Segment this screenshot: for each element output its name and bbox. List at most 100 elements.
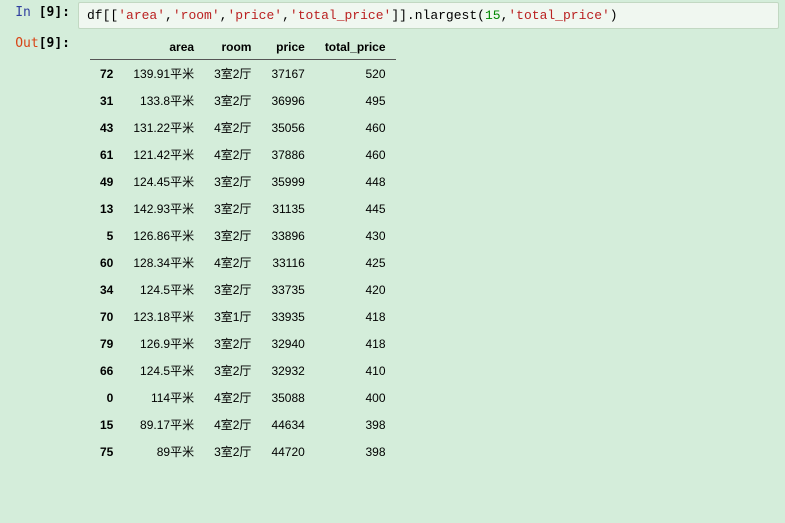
- code-token: 'total_price': [290, 8, 391, 23]
- row-index: 0: [90, 384, 123, 411]
- table-row: 43131.22平米4室2厅35056460: [90, 114, 396, 141]
- cell-price: 33735: [261, 276, 314, 303]
- row-index: 60: [90, 249, 123, 276]
- code-token: ,: [165, 8, 173, 23]
- col-total-price: total_price: [315, 35, 396, 60]
- cell-price: 33896: [261, 222, 314, 249]
- code-token: ,: [282, 8, 290, 23]
- table-row: 0114平米4室2厅35088400: [90, 384, 396, 411]
- cell-price: 32932: [261, 357, 314, 384]
- cell-total_price: 418: [315, 330, 396, 357]
- cell-room: 4室2厅: [204, 249, 261, 276]
- row-index: 5: [90, 222, 123, 249]
- cell-price: 35999: [261, 168, 314, 195]
- out-num: [9]:: [39, 36, 70, 51]
- cell-room: 4室2厅: [204, 141, 261, 168]
- cell-total_price: 398: [315, 411, 396, 438]
- cell-area: 89平米: [123, 438, 204, 465]
- cell-area: 114平米: [123, 384, 204, 411]
- cell-total_price: 460: [315, 114, 396, 141]
- cell-area: 89.17平米: [123, 411, 204, 438]
- cell-total_price: 495: [315, 87, 396, 114]
- row-index: 15: [90, 411, 123, 438]
- cell-total_price: 425: [315, 249, 396, 276]
- cell-area: 121.42平米: [123, 141, 204, 168]
- table-row: 1589.17平米4室2厅44634398: [90, 411, 396, 438]
- out-label: Out: [15, 36, 38, 51]
- table-row: 60128.34平米4室2厅33116425: [90, 249, 396, 276]
- cell-price: 44634: [261, 411, 314, 438]
- cell-room: 3室2厅: [204, 438, 261, 465]
- cell-price: 35056: [261, 114, 314, 141]
- row-index: 66: [90, 357, 123, 384]
- col-room: room: [204, 35, 261, 60]
- code-token: (: [477, 8, 485, 23]
- cell-area: 126.86平米: [123, 222, 204, 249]
- cell-total_price: 460: [315, 141, 396, 168]
- cell-total_price: 398: [315, 438, 396, 465]
- code-token: df: [87, 8, 103, 23]
- in-num: [9]:: [39, 5, 70, 20]
- cell-room: 3室1厅: [204, 303, 261, 330]
- code-token: 'room': [173, 8, 220, 23]
- cell-area: 124.45平米: [123, 168, 204, 195]
- cell-price: 32940: [261, 330, 314, 357]
- output-prompt: Out[9]:: [0, 31, 78, 56]
- table-row: 31133.8平米3室2厅36996495: [90, 87, 396, 114]
- output-cell: Out[9]: area room price total_price 7213…: [0, 31, 785, 473]
- cell-price: 44720: [261, 438, 314, 465]
- dataframe-table: area room price total_price 72139.91平米3室…: [90, 35, 396, 465]
- cell-room: 4室2厅: [204, 114, 261, 141]
- cell-room: 3室2厅: [204, 222, 261, 249]
- code-token: 'area': [118, 8, 165, 23]
- output-area: area room price total_price 72139.91平米3室…: [78, 31, 785, 473]
- cell-price: 31135: [261, 195, 314, 222]
- cell-total_price: 520: [315, 60, 396, 88]
- cell-area: 142.93平米: [123, 195, 204, 222]
- cell-price: 35088: [261, 384, 314, 411]
- cell-room: 3室2厅: [204, 330, 261, 357]
- cell-total_price: 430: [315, 222, 396, 249]
- col-area: area: [123, 35, 204, 60]
- cell-total_price: 410: [315, 357, 396, 384]
- cell-price: 37167: [261, 60, 314, 88]
- in-label: In: [15, 5, 38, 20]
- cell-area: 139.91平米: [123, 60, 204, 88]
- code-token: 'price': [227, 8, 282, 23]
- table-row: 79126.9平米3室2厅32940418: [90, 330, 396, 357]
- row-index: 31: [90, 87, 123, 114]
- cell-room: 3室2厅: [204, 195, 261, 222]
- cell-area: 133.8平米: [123, 87, 204, 114]
- cell-price: 33935: [261, 303, 314, 330]
- code-token: 'total_price': [508, 8, 609, 23]
- cell-area: 124.5平米: [123, 276, 204, 303]
- cell-area: 128.34平米: [123, 249, 204, 276]
- code-token: [[: [103, 8, 119, 23]
- table-row: 66124.5平米3室2厅32932410: [90, 357, 396, 384]
- row-index: 75: [90, 438, 123, 465]
- table-row: 7589平米3室2厅44720398: [90, 438, 396, 465]
- cell-room: 3室2厅: [204, 276, 261, 303]
- row-index: 13: [90, 195, 123, 222]
- cell-room: 3室2厅: [204, 357, 261, 384]
- input-prompt: In [9]:: [0, 0, 78, 25]
- cell-total_price: 400: [315, 384, 396, 411]
- row-index: 72: [90, 60, 123, 88]
- table-row: 61121.42平米4室2厅37886460: [90, 141, 396, 168]
- table-row: 5126.86平米3室2厅33896430: [90, 222, 396, 249]
- index-header: [90, 35, 123, 60]
- cell-room: 3室2厅: [204, 87, 261, 114]
- cell-area: 126.9平米: [123, 330, 204, 357]
- row-index: 70: [90, 303, 123, 330]
- cell-price: 37886: [261, 141, 314, 168]
- code-token: nlargest: [415, 8, 477, 23]
- cell-total_price: 418: [315, 303, 396, 330]
- cell-room: 3室2厅: [204, 168, 261, 195]
- table-row: 72139.91平米3室2厅37167520: [90, 60, 396, 88]
- cell-room: 4室2厅: [204, 384, 261, 411]
- input-cell: In [9]: df[['area','room','price','total…: [0, 0, 785, 31]
- code-token: ]].: [391, 8, 414, 23]
- cell-price: 33116: [261, 249, 314, 276]
- code-input[interactable]: df[['area','room','price','total_price']…: [78, 2, 779, 29]
- code-token: ): [610, 8, 618, 23]
